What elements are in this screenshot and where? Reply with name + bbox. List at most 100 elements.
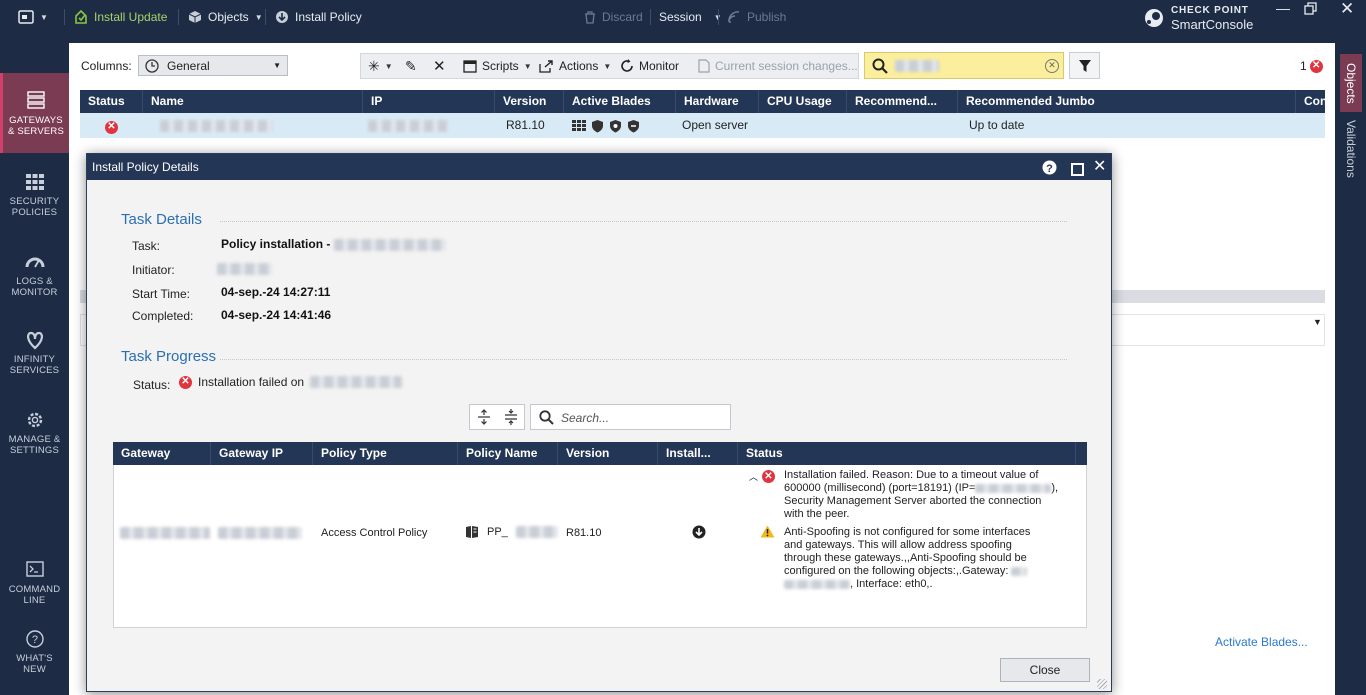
col-version[interactable]: Version <box>558 442 658 465</box>
completed-label: Completed: <box>132 309 194 323</box>
edit-button[interactable]: ✎ <box>405 53 417 79</box>
col-hardware[interactable]: Hardware <box>676 90 759 113</box>
install-details-table-header: Gateway Gateway IP Policy Type Policy Na… <box>113 442 1087 465</box>
resize-grip[interactable] <box>1097 679 1107 689</box>
collapse-chevron-icon[interactable]: ▼ <box>1313 317 1322 327</box>
nav-security-policies[interactable]: SECURITY POLICIES <box>0 172 69 218</box>
task-label: Task: <box>132 239 161 253</box>
col-active-blades[interactable]: Active Blades <box>564 90 676 113</box>
columns-dropdown[interactable]: General ▼ <box>138 55 288 76</box>
error-message: Installation failed. Reason: Due to a ti… <box>784 469 1059 520</box>
col-gateway-ip[interactable]: Gateway IP <box>211 442 313 465</box>
new-object-button[interactable]: ✳ ▼ <box>368 53 393 79</box>
shield-blade-icon <box>628 119 639 132</box>
col-policy-name[interactable]: Policy Name <box>458 442 558 465</box>
row-hardware: Open server <box>682 118 749 132</box>
dialog-close-x[interactable]: ✕ <box>1093 154 1106 180</box>
close-button[interactable]: Close <box>1000 658 1090 682</box>
col-ip[interactable]: IP <box>363 90 495 113</box>
session-changes-button[interactable]: Current session changes... <box>698 53 858 79</box>
monitor-button[interactable]: Monitor <box>620 53 679 79</box>
collapse-up-chevron-icon[interactable]: ︿ <box>749 470 758 483</box>
nav-gateways-servers[interactable]: GATEWAYS & SERVERS <box>0 73 69 153</box>
trash-icon <box>585 10 595 24</box>
discard-button[interactable]: Discard <box>584 0 643 34</box>
app-menu-icon <box>18 10 34 24</box>
close-window-button[interactable]: ✕ <box>1340 0 1354 19</box>
objects-menu[interactable]: Objects ▼ <box>188 0 263 34</box>
gear-icon <box>27 412 42 428</box>
session-menu[interactable]: Session▼ <box>659 0 722 34</box>
dialog-search-input[interactable]: Search... <box>530 404 731 430</box>
right-side-panel: Objects Validations <box>1336 34 1366 695</box>
gateways-grid-header: Status Name IP Version Active Blades Har… <box>80 90 1325 113</box>
search-query-redacted <box>895 60 939 72</box>
col-recommended[interactable]: Recommend... <box>847 90 958 113</box>
error-counter[interactable]: 1 ✕ <box>1300 59 1323 73</box>
active-blades-icons <box>572 113 640 138</box>
col-con[interactable]: Con <box>1296 90 1325 113</box>
col-install[interactable]: Install... <box>658 442 738 465</box>
collapse-all-icon <box>505 409 517 425</box>
help-button[interactable]: ? <box>1042 158 1057 175</box>
col-status[interactable]: Status <box>80 90 143 113</box>
terminal-icon <box>25 561 44 577</box>
col-policy-type[interactable]: Policy Type <box>313 442 458 465</box>
col-name[interactable]: Name <box>143 90 363 113</box>
nav-manage-settings[interactable]: MANAGE & SETTINGS <box>0 410 69 456</box>
install-policy-button[interactable]: Install Policy <box>275 0 362 34</box>
col-version[interactable]: Version <box>495 90 564 113</box>
app-menu-button[interactable]: ▼ <box>18 0 48 34</box>
actions-menu[interactable]: Actions ▼ <box>539 53 611 79</box>
search-icon <box>872 58 888 74</box>
brand-line1: CHECK POINT <box>1171 5 1249 16</box>
install-download-icon[interactable] <box>692 525 706 542</box>
completed-value: 04-sep.-24 14:41:46 <box>221 308 332 322</box>
tab-validations[interactable]: Validations <box>1340 118 1362 180</box>
help-circle-icon: ? <box>25 630 44 648</box>
checkpoint-logo <box>1143 7 1165 32</box>
col-cpu-usage[interactable]: CPU Usage <box>759 90 847 113</box>
gauge-icon <box>25 257 44 268</box>
maximize-icon <box>1071 163 1084 176</box>
initiator-value-redacted <box>217 261 272 275</box>
collapse-all-button[interactable] <box>503 409 519 428</box>
document-icon <box>698 59 710 73</box>
scripts-menu[interactable]: Scripts ▼ <box>463 53 532 79</box>
initiator-label: Initiator: <box>132 263 175 277</box>
nav-whats-new[interactable]: ? WHAT'S NEW <box>0 629 69 675</box>
delete-button[interactable]: ✕ <box>433 53 446 79</box>
table-row[interactable]: ✕ R81.10 Open server Up to date <box>80 113 1325 138</box>
minimize-button[interactable]: — <box>1276 0 1290 16</box>
server-stack-icon <box>27 91 45 109</box>
col-gateway[interactable]: Gateway <box>113 442 211 465</box>
error-icon: ✕ <box>762 470 775 483</box>
brand-line2: SmartConsole <box>1171 17 1254 32</box>
install-update-button[interactable]: Install Update <box>74 0 167 34</box>
task-progress-title: Task Progress <box>121 348 217 365</box>
col-status[interactable]: Status <box>738 442 1076 465</box>
filter-button[interactable] <box>1069 52 1100 79</box>
dialog-title-bar: Install Policy Details <box>87 154 1111 180</box>
shield-blade-icon <box>592 119 603 132</box>
maximize-button[interactable] <box>1071 159 1084 176</box>
help-icon: ? <box>1042 160 1057 175</box>
nav-logs-monitor[interactable]: LOGS & MONITOR <box>0 252 69 298</box>
grid-search-box[interactable]: ✕ <box>864 52 1064 79</box>
status-label: Status: <box>133 378 171 392</box>
publish-button[interactable]: Publish <box>727 0 786 34</box>
search-placeholder: Search... <box>561 411 610 425</box>
nav-infinity-services[interactable]: INFINITY SERVICES <box>0 330 69 376</box>
expand-all-button[interactable] <box>476 409 492 428</box>
row-policy-name: PP_ <box>465 525 558 539</box>
error-icon: ✕ <box>1309 59 1323 73</box>
columns-view-icon <box>145 58 159 73</box>
nav-command-line[interactable]: COMMAND LINE <box>0 560 69 606</box>
tab-objects[interactable]: Objects <box>1340 54 1362 112</box>
activate-blades-link[interactable]: Activate Blades... <box>1215 635 1308 649</box>
columns-label: Columns: <box>81 59 132 73</box>
clear-search-icon[interactable]: ✕ <box>1045 59 1059 73</box>
download-circle-icon <box>692 525 706 539</box>
col-recommended-jumbo[interactable]: Recommended Jumbo <box>958 90 1296 113</box>
restore-button[interactable] <box>1304 2 1318 19</box>
